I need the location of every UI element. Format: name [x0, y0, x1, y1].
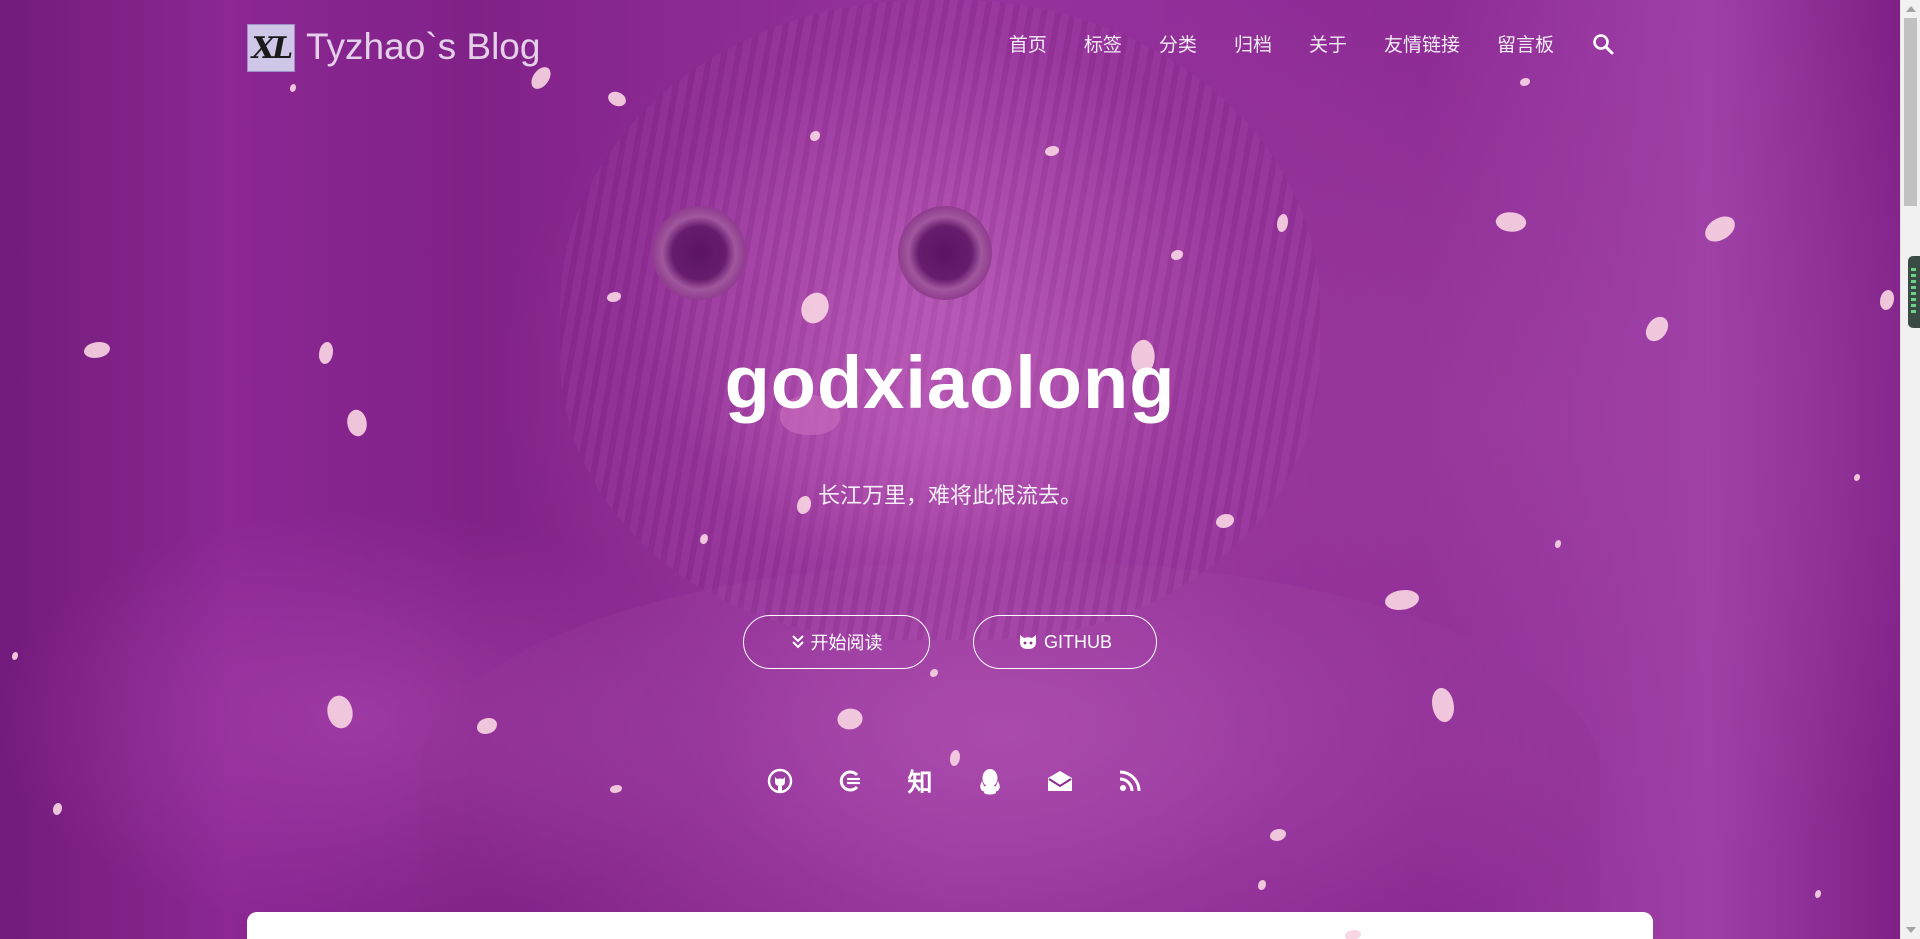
- nav-item-home[interactable]: 首页: [1009, 30, 1047, 57]
- nav-item-friend-links[interactable]: 友情链接: [1384, 30, 1460, 57]
- nav-item-tags[interactable]: 标签: [1084, 30, 1122, 57]
- zhihu-glyph: 知: [907, 768, 933, 797]
- start-reading-label: 开始阅读: [810, 633, 883, 653]
- nav-item-about[interactable]: 关于: [1309, 30, 1347, 57]
- double-chevron-down-icon: [791, 634, 805, 650]
- site-logo[interactable]: XL: [247, 24, 295, 72]
- github-button[interactable]: GITHUB: [973, 615, 1157, 669]
- search-icon[interactable]: [1591, 32, 1615, 56]
- start-reading-button[interactable]: 开始阅读: [743, 615, 930, 669]
- scroll-down-arrow[interactable]: [1906, 927, 1916, 933]
- nav-item-categories[interactable]: 分类: [1159, 30, 1197, 57]
- nav-item-archives[interactable]: 归档: [1234, 30, 1272, 57]
- scroll-thumb[interactable]: [1904, 18, 1917, 206]
- page: XL Tyzhao`s Blog 首页 标签 分类 归档 关于 友情链接 留言板…: [0, 0, 1920, 939]
- hero-title: godxiaolong: [724, 341, 1176, 424]
- page-scrollbar[interactable]: [1900, 0, 1920, 939]
- zhihu-icon[interactable]: 知: [904, 765, 936, 797]
- petal: [1345, 930, 1361, 939]
- site-header: XL Tyzhao`s Blog 首页 标签 分类 归档 关于 友情链接 留言板: [0, 0, 1900, 90]
- csdn-icon[interactable]: [834, 765, 866, 797]
- scroll-up-arrow[interactable]: [1906, 6, 1916, 12]
- content-card: [247, 912, 1653, 939]
- qq-icon[interactable]: [974, 765, 1006, 797]
- github-icon[interactable]: [764, 765, 796, 797]
- hero-subtitle: 长江万里，难将此恨流去。: [817, 483, 1082, 508]
- hero-overlay: [0, 0, 1900, 939]
- logo-text: XL: [251, 30, 293, 66]
- github-button-label: GITHUB: [1043, 631, 1112, 652]
- email-icon[interactable]: [1044, 765, 1076, 797]
- nav-item-guestbook[interactable]: 留言板: [1497, 30, 1554, 57]
- social-links: 知: [0, 765, 1900, 797]
- rss-icon[interactable]: [1114, 765, 1146, 797]
- github-cat-icon: [1018, 633, 1038, 651]
- site-brand-link[interactable]: Tyzhao`s Blog: [306, 26, 540, 68]
- side-widget-tab[interactable]: [1908, 256, 1920, 328]
- main-nav: 首页 标签 分类 归档 关于 友情链接 留言板: [972, 30, 1615, 57]
